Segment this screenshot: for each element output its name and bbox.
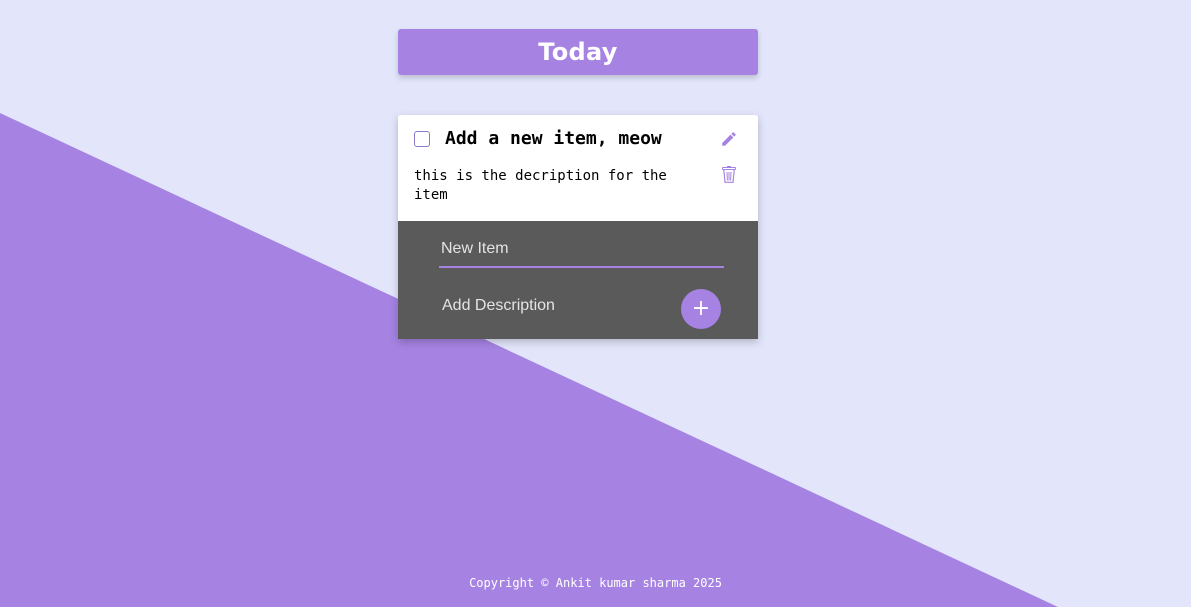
list-item: Add a new item, meow this is the decript… bbox=[398, 115, 758, 221]
pencil-icon[interactable] bbox=[720, 130, 738, 148]
trash-icon[interactable] bbox=[722, 166, 736, 183]
todo-card: Add a new item, meow this is the decript… bbox=[398, 115, 758, 339]
add-description-input[interactable] bbox=[442, 292, 662, 320]
add-item-form: + bbox=[398, 221, 758, 339]
item-checkbox[interactable] bbox=[414, 131, 430, 147]
new-item-input[interactable] bbox=[439, 232, 724, 268]
item-description: this is the decription for the item bbox=[414, 168, 667, 203]
header-banner: Today bbox=[398, 29, 758, 75]
copyright-footer: Copyright © Ankit kumar sharma 2025 bbox=[469, 576, 722, 590]
page-title: Today bbox=[538, 38, 618, 66]
item-title: Add a new item, meow bbox=[445, 128, 662, 149]
add-item-button[interactable]: + bbox=[681, 289, 721, 329]
